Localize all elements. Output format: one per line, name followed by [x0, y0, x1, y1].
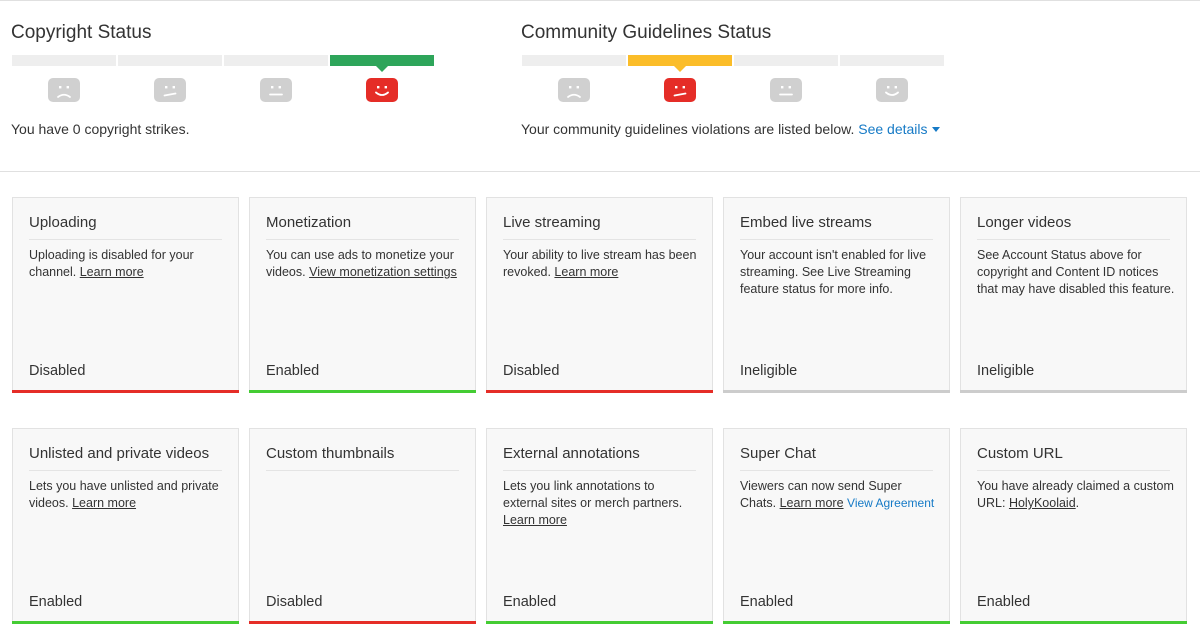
copyright-face-row [12, 78, 434, 104]
custom-url-link[interactable]: HolyKoolaid [1009, 496, 1076, 510]
meter-segment [628, 55, 732, 72]
feature-row-2: Unlisted and private videos Lets you hav… [12, 428, 1200, 624]
copyright-status-message: You have 0 copyright strikes. [11, 121, 190, 137]
feature-status-bar [723, 621, 950, 624]
section-divider [0, 171, 1200, 172]
meter-segment [734, 55, 838, 66]
community-message-text: Your community guidelines violations are… [521, 121, 855, 137]
learn-more-link[interactable]: Learn more [554, 265, 618, 279]
learn-more-link[interactable]: Learn more [80, 265, 144, 279]
feature-card-longer-videos: Longer videos See Account Status above f… [960, 197, 1187, 393]
feature-row-1: Uploading Uploading is disabled for your… [12, 197, 1200, 393]
meter-segment [12, 55, 116, 66]
smile-face-icon [876, 78, 908, 102]
feature-status-bar [486, 390, 713, 393]
feature-status: Ineligible [977, 363, 1035, 379]
feature-status: Ineligible [740, 363, 798, 379]
see-details-label: See details [858, 121, 928, 137]
meter-segment [224, 55, 328, 66]
feature-status: Enabled [740, 594, 794, 610]
see-details-link[interactable]: See details [858, 121, 940, 137]
feature-status: Enabled [266, 363, 320, 379]
feature-description: You can use ads to monetize your videos.… [266, 248, 457, 279]
feature-title: Embed live streams [740, 214, 933, 240]
feature-title: Live streaming [503, 214, 696, 240]
feature-title: Monetization [266, 214, 459, 240]
feature-title: Super Chat [740, 445, 933, 471]
feature-title: Uploading [29, 214, 222, 240]
feature-description: Viewers can now send Super Chats. Learn … [740, 479, 935, 510]
feature-status-bar [486, 621, 713, 624]
feature-card-external-annotations: External annotations Lets you link annot… [486, 428, 713, 624]
meter-segment [840, 55, 944, 66]
neutral-face-icon [770, 78, 802, 102]
feature-status-bar [960, 390, 1187, 393]
feature-description: See Account Status above for copyright a… [977, 248, 1175, 296]
copyright-strike-meter [12, 55, 434, 72]
feature-card-live-streaming: Live streaming Your ability to live stre… [486, 197, 713, 393]
frown-face-icon [558, 78, 590, 102]
community-face-row [522, 78, 944, 104]
learn-more-link[interactable]: Learn more [72, 496, 136, 510]
feature-description: Uploading is disabled for your channel. … [29, 248, 194, 279]
learn-more-link[interactable]: Learn more [503, 513, 567, 527]
feature-title: Longer videos [977, 214, 1170, 240]
smile-face-icon [366, 78, 398, 102]
top-divider [0, 0, 1200, 1]
feature-status-bar [723, 390, 950, 393]
caret-down-icon [931, 127, 940, 132]
feature-status-bar [249, 390, 476, 393]
neutral-face-icon [260, 78, 292, 102]
view-monetization-settings-link[interactable]: View monetization settings [309, 265, 457, 279]
feature-card-custom-thumbnails: Custom thumbnails Disabled [249, 428, 476, 624]
community-strike-meter [522, 55, 944, 72]
meh-face-icon [664, 78, 696, 102]
feature-status: Disabled [266, 594, 323, 610]
meh-face-icon [154, 78, 186, 102]
feature-description: Your account isn't enabled for live stre… [740, 248, 927, 296]
feature-description: Your ability to live stream has been rev… [503, 248, 697, 279]
meter-segment [522, 55, 626, 66]
feature-status-bar [12, 390, 239, 393]
feature-status: Enabled [977, 594, 1031, 610]
feature-description: Lets you link annotations to external si… [503, 479, 683, 527]
feature-status-bar [12, 621, 239, 624]
feature-description: Lets you have unlisted and private video… [29, 479, 219, 510]
copyright-status-title: Copyright Status [11, 22, 152, 43]
feature-title: Custom thumbnails [266, 445, 459, 471]
feature-card-embed-live-streams: Embed live streams Your account isn't en… [723, 197, 950, 393]
meter-segment [118, 55, 222, 66]
feature-card-monetization: Monetization You can use ads to monetize… [249, 197, 476, 393]
feature-description: You have already claimed a custom URL: H… [977, 479, 1174, 510]
feature-status-bar [249, 621, 476, 624]
feature-title: External annotations [503, 445, 696, 471]
feature-status: Disabled [29, 363, 86, 379]
community-status-title: Community Guidelines Status [521, 22, 772, 43]
feature-card-super-chat: Super Chat Viewers can now send Super Ch… [723, 428, 950, 624]
meter-segment [330, 55, 434, 72]
feature-status: Enabled [29, 594, 83, 610]
view-agreement-link[interactable]: View Agreement [847, 496, 934, 510]
feature-cards: Uploading Uploading is disabled for your… [12, 197, 1200, 640]
feature-title: Unlisted and private videos [29, 445, 222, 471]
feature-status: Enabled [503, 594, 557, 610]
frown-face-icon [48, 78, 80, 102]
feature-card-uploading: Uploading Uploading is disabled for your… [12, 197, 239, 393]
feature-card-custom-url: Custom URL You have already claimed a cu… [960, 428, 1187, 624]
feature-title: Custom URL [977, 445, 1170, 471]
community-status-message: Your community guidelines violations are… [521, 121, 940, 137]
feature-status: Disabled [503, 363, 560, 379]
learn-more-link[interactable]: Learn more [780, 496, 844, 510]
feature-status-bar [960, 621, 1187, 624]
feature-card-unlisted-private-videos: Unlisted and private videos Lets you hav… [12, 428, 239, 624]
